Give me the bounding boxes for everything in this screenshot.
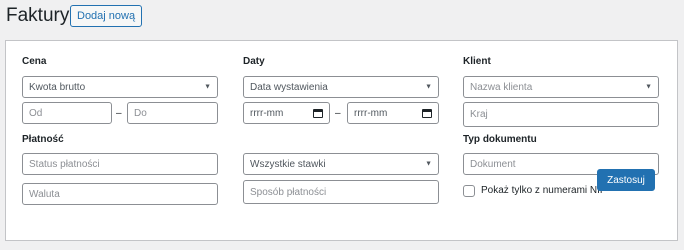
price-label: Cena — [22, 56, 47, 67]
price-type-value: Kwota brutto — [29, 81, 86, 93]
date-to-input[interactable]: rrrr-mm — [347, 102, 439, 124]
client-name-placeholder: Nazwa klienta — [470, 81, 533, 93]
price-range-separator: – — [116, 108, 122, 119]
date-from-placeholder: rrrr-mm — [250, 107, 284, 119]
page-title: Faktury — [6, 5, 70, 26]
date-type-select[interactable]: Data wystawienia ▼ — [243, 76, 439, 98]
filters-panel: Cena Kwota brutto ▼ Od – Do Płatność Sta… — [5, 40, 678, 241]
apply-button[interactable]: Zastosuj — [597, 169, 655, 191]
payment-label: Płatność — [22, 134, 64, 145]
chevron-down-icon: ▼ — [204, 83, 211, 91]
date-type-value: Data wystawienia — [250, 81, 328, 93]
tax-rate-select[interactable]: Wszystkie stawki ▼ — [243, 153, 439, 175]
dates-label: Daty — [243, 56, 265, 67]
nip-only-checkbox[interactable] — [463, 185, 475, 197]
payment-method-input[interactable]: Sposób płatności — [243, 180, 439, 204]
calendar-icon[interactable] — [422, 108, 432, 118]
country-input[interactable]: Kraj — [463, 102, 659, 127]
date-range-separator: – — [335, 108, 341, 119]
client-label: Klient — [463, 56, 491, 67]
calendar-icon[interactable] — [313, 108, 323, 118]
chevron-down-icon: ▼ — [645, 83, 652, 91]
add-new-button[interactable]: Dodaj nową — [70, 5, 143, 27]
price-to-input[interactable]: Do — [127, 102, 218, 124]
payment-status-input[interactable]: Status płatności — [22, 153, 218, 175]
price-type-select[interactable]: Kwota brutto ▼ — [22, 76, 218, 98]
chevron-down-icon: ▼ — [425, 83, 432, 91]
date-to-placeholder: rrrr-mm — [354, 107, 388, 119]
price-from-input[interactable]: Od — [22, 102, 112, 124]
chevron-down-icon: ▼ — [425, 160, 432, 168]
date-from-input[interactable]: rrrr-mm — [243, 102, 330, 124]
nip-only-label[interactable]: Pokaż tylko z numerami NIP — [481, 185, 607, 196]
tax-rate-value: Wszystkie stawki — [250, 158, 326, 170]
document-type-label: Typ dokumentu — [463, 134, 537, 145]
currency-input[interactable]: Waluta — [22, 183, 218, 205]
client-name-select[interactable]: Nazwa klienta ▼ — [463, 76, 659, 98]
